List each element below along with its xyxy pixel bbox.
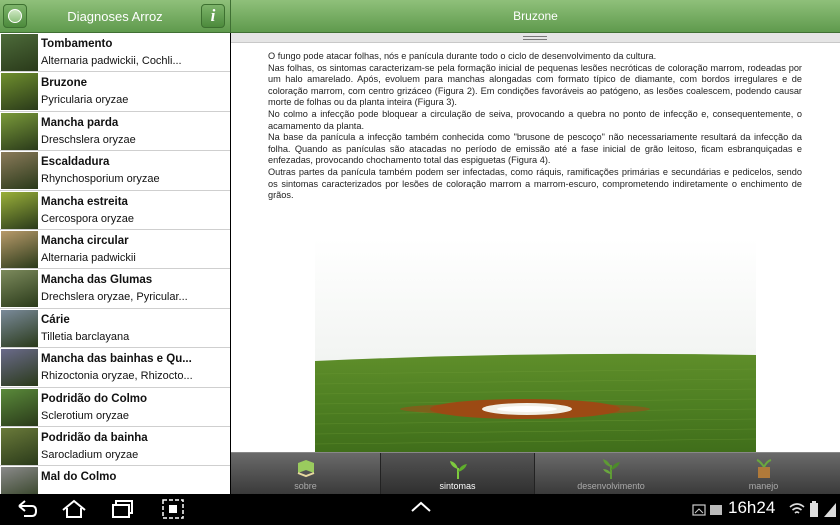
recent-apps-icon[interactable] [110, 498, 136, 520]
disease-thumbnail [1, 73, 38, 111]
disease-name: Cárie [41, 313, 70, 326]
app-window: Diagnoses Arroz i Bruzone Tombamento Alte… [0, 0, 840, 525]
disease-list-item[interactable]: Escaldadura Rhynchosporium oryzae [0, 151, 230, 191]
disease-name: Mancha estreita [41, 195, 128, 208]
disease-pathogen: Rhizoctonia oryzae, Rhizocto... [41, 370, 193, 383]
disease-pathogen: Sarocladium oryzae [41, 448, 139, 461]
disease-thumbnail [1, 152, 38, 190]
disease-pathogen: Sclerotium oryzae [41, 409, 130, 422]
symptoms-article: O fungo pode atacar folhas, nós e panícu… [268, 51, 802, 202]
disease-list-item[interactable]: Mancha das bainhas e Qu... Rhizoctonia or… [0, 348, 230, 388]
right-header: Bruzone [231, 0, 840, 33]
back-circle-icon [8, 9, 22, 23]
tab-label: desenvolvimento [577, 481, 645, 491]
back-arrow-icon[interactable] [14, 498, 40, 520]
article-paragraph: No colmo a infecção pode bloquear a circ… [268, 108, 802, 131]
left-header: Diagnoses Arroz i [0, 0, 230, 33]
article-paragraph: O fungo pode atacar folhas, nós e panícu… [268, 51, 657, 61]
disease-list-item[interactable]: Bruzone Pyricularia oryzae [0, 72, 230, 112]
screenshot-icon[interactable] [160, 498, 186, 520]
disease-pathogen: Pyricularia oryzae [41, 94, 129, 107]
app-title: Diagnoses Arroz [67, 9, 163, 24]
disease-thumbnail [1, 270, 38, 308]
disease-name: Mancha das Glumas [41, 274, 153, 287]
tab-label: sobre [294, 481, 317, 491]
disease-pathogen: Drechslera oryzae, Pyricular... [41, 291, 188, 304]
content-panel[interactable]: O fungo pode atacar folhas, nós e panícu… [231, 33, 840, 452]
battery-icon [810, 501, 818, 517]
disease-pathogen: Alternaria padwickii, Cochli... [41, 55, 182, 67]
article-paragraph: Na base da panícula a infecção também co… [268, 132, 802, 166]
disease-thumbnail [1, 191, 38, 229]
tab-desenvolvimento[interactable]: desenvolvimento [535, 453, 687, 495]
home-icon[interactable] [60, 498, 88, 520]
disease-name: Mal do Colmo [41, 471, 117, 484]
article-paragraph: Outras partes da panícula também podem s… [268, 166, 802, 201]
symptom-figure [315, 239, 756, 452]
notification-icons [692, 504, 722, 516]
disease-list-item[interactable]: Mancha circular Alternaria padwickii [0, 230, 230, 270]
back-button[interactable] [3, 4, 27, 28]
disease-list[interactable]: Tombamento Alternaria padwickii, Cochli..… [0, 33, 230, 494]
disease-name: Mancha parda [41, 116, 119, 129]
disease-list-item[interactable]: Tombamento Alternaria padwickii, Cochli..… [0, 33, 230, 73]
disease-pathogen: Alternaria padwickii [41, 251, 136, 264]
disease-name: Podridão do Colmo [41, 392, 148, 405]
disease-pathogen: Cercospora oryzae [41, 212, 134, 225]
disease-list-item[interactable]: Podridão da bainha Sarocladium oryzae [0, 427, 230, 467]
disease-thumbnail [1, 349, 38, 387]
disease-name: Escaldadura [41, 156, 110, 169]
tab-sintomas[interactable]: sintomas [380, 453, 535, 495]
wifi-icon [789, 503, 805, 514]
status-clock: 16h24 [728, 498, 776, 517]
disease-pathogen: Tilletia barclayana [41, 330, 130, 343]
disease-list-item[interactable]: Mancha das Glumas Drechslera oryzae, Pyri… [0, 269, 230, 309]
disease-thumbnail [1, 427, 38, 465]
signal-icon [824, 503, 836, 517]
disease-thumbnail [1, 309, 38, 347]
tab-label: manejo [748, 481, 779, 491]
content-scrollbar[interactable] [231, 33, 840, 43]
disease-thumbnail [1, 34, 38, 71]
disease-pathogen: Rhynchosporium oryzae [41, 173, 160, 186]
info-button[interactable]: i [201, 4, 225, 28]
bottom-tab-bar: sobre sintomas desenvolvimento manejo [231, 452, 840, 495]
disease-thumbnail [1, 230, 38, 268]
disease-name: Bruzone [41, 77, 87, 90]
page-title: Bruzone [513, 9, 558, 23]
disease-list-item[interactable]: Mancha estreita Cercospora oryzae [0, 191, 230, 230]
scroll-handle-icon[interactable] [523, 36, 547, 40]
tab-sobre[interactable]: sobre [231, 453, 380, 495]
disease-list-item[interactable]: Mancha parda Dreschslera oryzae [0, 112, 230, 152]
disease-name: Mancha das bainhas e Qu... [41, 353, 192, 366]
disease-thumbnail [1, 388, 38, 426]
disease-pathogen: Dreschslera oryzae [41, 133, 136, 146]
disease-name: Tombamento [41, 38, 113, 50]
disease-list-item[interactable]: Mal do Colmo [0, 466, 230, 494]
chevron-up-icon[interactable] [408, 498, 434, 516]
disease-name: Podridão da bainha [41, 431, 148, 444]
disease-list-item[interactable]: Cárie Tilletia barclayana [0, 309, 230, 349]
disease-thumbnail [1, 467, 38, 494]
system-nav-bar: 16h24 [0, 494, 840, 525]
tab-manejo[interactable]: manejo [687, 453, 840, 495]
article-paragraph: Nas folhas, os sintomas caracterizam-se … [268, 62, 802, 108]
disease-name: Mancha circular [41, 234, 129, 247]
disease-thumbnail [1, 112, 38, 150]
tab-label: sintomas [439, 481, 476, 491]
disease-list-item[interactable]: Podridão do Colmo Sclerotium oryzae [0, 388, 230, 427]
